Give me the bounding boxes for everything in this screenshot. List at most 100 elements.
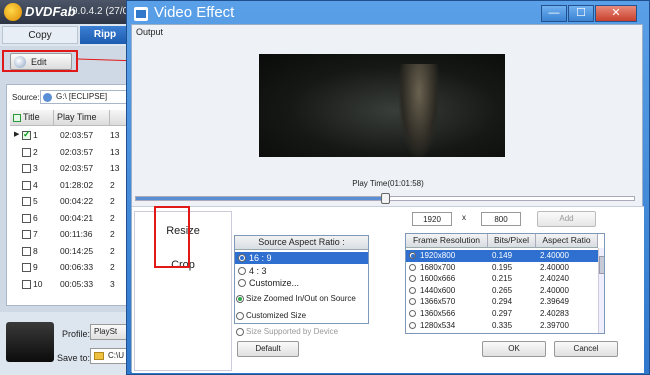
- title-checkbox[interactable]: [22, 279, 31, 289]
- title-row[interactable]: 6 00:04:21 2: [10, 211, 128, 228]
- bits-pixel-value: 0.149: [492, 251, 513, 260]
- title-play-time: 00:04:22: [60, 196, 94, 206]
- bits-pixel-value: 0.294: [492, 297, 513, 307]
- title-chapters: 2: [110, 229, 115, 239]
- title-row[interactable]: 3 02:03:57 13: [10, 161, 128, 178]
- title-play-time: 00:14:25: [60, 245, 94, 256]
- title-checkbox[interactable]: [22, 230, 31, 239]
- title-play-time: 02:03:57: [60, 130, 94, 140]
- radio-icon: [409, 310, 416, 317]
- resolution-row[interactable]: 1920x800 0.149 2.40000: [406, 250, 598, 262]
- maximize-button[interactable]: ☐: [568, 5, 594, 22]
- seek-slider[interactable]: [135, 193, 635, 204]
- title-row[interactable]: 8 00:14:25 2: [10, 244, 128, 261]
- tab-ripper[interactable]: Ripp: [80, 26, 130, 44]
- width-input[interactable]: 1920: [412, 212, 452, 226]
- title-play-time: 00:06:33: [60, 262, 94, 272]
- title-checkbox[interactable]: [22, 129, 31, 140]
- resolution-row[interactable]: 1440x600 0.265 2.40000: [406, 285, 598, 297]
- aspect-ratio-option-label: Customize...: [249, 278, 300, 288]
- cancel-button[interactable]: Cancel: [554, 341, 618, 357]
- video-effect-icon: [134, 7, 148, 21]
- title-play-time: 00:11:36: [60, 229, 93, 239]
- title-checkbox[interactable]: [22, 147, 31, 157]
- title-checkbox[interactable]: [22, 213, 31, 223]
- select-all-checkbox[interactable]: [13, 113, 21, 122]
- resolution-row[interactable]: 1360x566 0.297 2.40283: [406, 308, 598, 320]
- aspect-ratio-header[interactable]: Aspect Ratio: [536, 234, 598, 248]
- title-play-time: 02:03:57: [60, 163, 94, 173]
- title-checkbox[interactable]: [22, 164, 31, 173]
- size-option-label: Size Supported by Device: [246, 327, 339, 336]
- preview-figure: [399, 64, 439, 157]
- bits-pixel-value: 0.195: [492, 262, 513, 272]
- title-number: 9: [33, 262, 38, 272]
- title-chapters: 13: [110, 163, 120, 173]
- size-option[interactable]: Customized Size: [233, 310, 306, 322]
- seek-thumb[interactable]: [381, 193, 390, 204]
- frame-resolution-value: 1920x800: [420, 251, 456, 260]
- playtime-column-header[interactable]: Play Time: [54, 110, 110, 126]
- playstation-device-image: [6, 322, 54, 362]
- title-row[interactable]: 2 02:03:57 13: [10, 145, 128, 162]
- title-column-header[interactable]: Title: [10, 110, 54, 126]
- resolution-row[interactable]: 1366x570 0.294 2.39649: [406, 296, 598, 308]
- dialog-title: Video Effect: [154, 4, 235, 21]
- resolution-scroll-thumb[interactable]: [599, 256, 604, 274]
- default-button[interactable]: Default: [237, 341, 299, 357]
- size-option-label: Customized Size: [246, 311, 307, 320]
- resolution-scrollbar[interactable]: [598, 248, 604, 333]
- aspect-ratio-option[interactable]: 16 : 9: [235, 252, 368, 264]
- dvdfab-logo-icon: [4, 3, 22, 21]
- ok-button[interactable]: OK: [482, 341, 546, 357]
- title-row[interactable]: 5 00:04:22 2: [10, 194, 128, 211]
- aspect-ratio-value: 2.40000: [540, 285, 569, 295]
- title-checkbox[interactable]: [22, 246, 31, 256]
- resolution-row[interactable]: 1680x700 0.195 2.40000: [406, 262, 598, 274]
- resolution-row[interactable]: 1280x534 0.335 2.39700: [406, 320, 598, 332]
- source-field[interactable]: G:\ [ECLIPSE]: [40, 90, 128, 104]
- title-row[interactable]: 7 00:11:36 2: [10, 227, 128, 244]
- title-checkbox[interactable]: [22, 263, 31, 272]
- title-play-time: 00:04:21: [60, 212, 94, 223]
- title-chapters: 2: [110, 262, 115, 272]
- aspect-ratio-option[interactable]: Customize...: [235, 277, 368, 289]
- title-play-time: 02:03:57: [60, 146, 94, 157]
- title-play-time: 00:05:33: [60, 278, 94, 289]
- radio-icon: [236, 328, 244, 336]
- size-option-label: Size Zoomed In/Out on Source: [246, 294, 356, 303]
- highlight-box-nav: [154, 206, 190, 268]
- frame-resolution-value: 1360x566: [420, 309, 456, 318]
- bits-pixel-header[interactable]: Bits/Pixel: [488, 234, 536, 248]
- title-number: 8: [33, 245, 38, 256]
- resolution-separator: x: [462, 213, 466, 222]
- resolution-row[interactable]: 1600x666 0.215 2.40240: [406, 273, 598, 285]
- aspect-ratio-value: 2.39649: [540, 297, 569, 307]
- height-input[interactable]: 800: [481, 212, 521, 226]
- tab-copy[interactable]: Copy: [2, 26, 78, 44]
- title-row[interactable]: 4 01:28:02 2: [10, 178, 128, 195]
- frame-resolution-value: 1680x700: [420, 262, 456, 272]
- close-button[interactable]: ✕: [595, 5, 637, 22]
- bits-pixel-value: 0.215: [492, 274, 513, 284]
- aspect-ratio-value: 2.40283: [540, 309, 569, 318]
- saveto-field[interactable]: C:\U: [90, 348, 130, 364]
- title-row[interactable]: 10 00:05:33 3: [10, 277, 128, 294]
- size-option[interactable]: Size Zoomed In/Out on Source: [233, 293, 356, 305]
- title-checkbox[interactable]: [22, 197, 31, 206]
- minimize-button[interactable]: —: [541, 5, 567, 22]
- title-number: 5: [33, 196, 38, 206]
- title-checkbox[interactable]: [22, 180, 31, 190]
- frame-resolution-value: 1366x570: [420, 297, 456, 307]
- title-chapters: 2: [110, 196, 115, 206]
- title-row[interactable]: ▶ 1 02:03:57 13: [10, 128, 128, 145]
- radio-icon: [238, 254, 246, 262]
- add-button[interactable]: Add: [537, 211, 596, 227]
- title-play-time: 01:28:02: [60, 179, 94, 190]
- frame-resolution-header[interactable]: Frame Resolution: [406, 234, 488, 248]
- aspect-ratio-option-label: 4 : 3: [249, 265, 267, 276]
- title-number: 2: [33, 146, 38, 157]
- title-row[interactable]: 9 00:06:33 2: [10, 260, 128, 277]
- aspect-ratio-option[interactable]: 4 : 3: [235, 265, 368, 277]
- aspect-ratio-value: 2.40000: [540, 251, 569, 260]
